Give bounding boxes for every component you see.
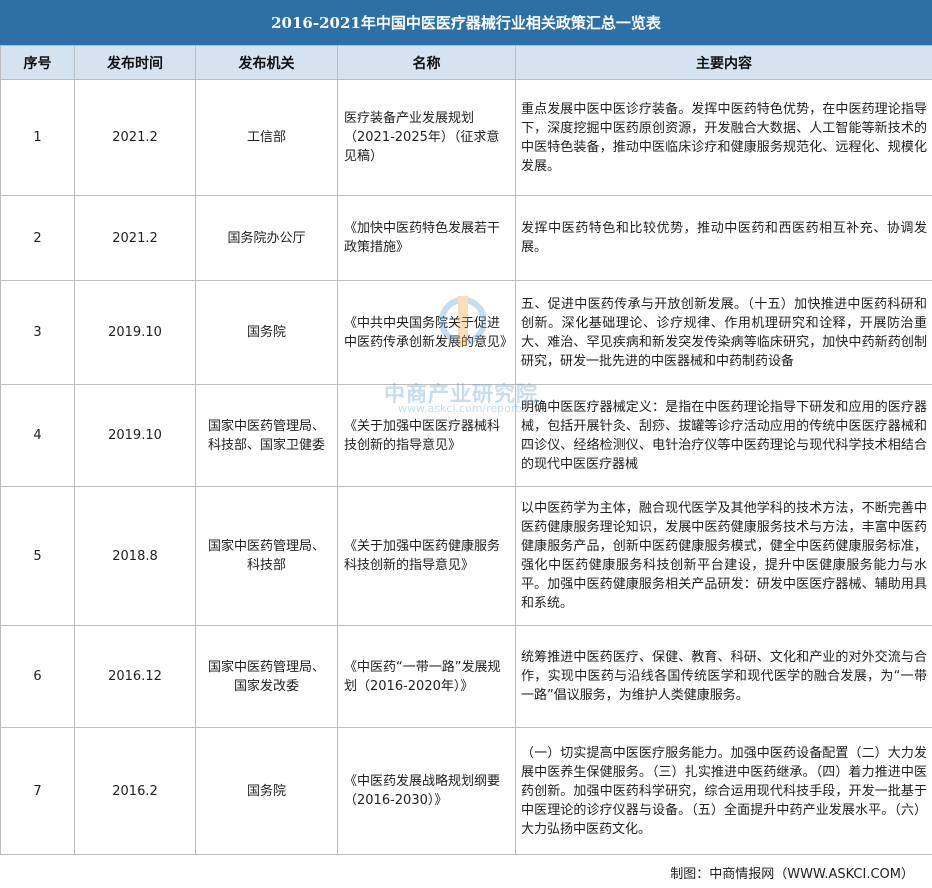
row-org: 国务院办公厅 — [195, 195, 338, 281]
row-no: 3 — [0, 280, 75, 385]
row-org: 国家中医药管理局、科技部、国家卫健委 — [195, 384, 338, 487]
row-content: （一）切实提高中医医疗服务能力。加强中医药设备配置（二）大力发展中医养生保健服务… — [515, 727, 932, 855]
row-content: 明确中医医疗器械定义：是指在中医药理论指导下研发和应用的医疗器械，包括开展针灸、… — [515, 384, 932, 487]
row-org: 国家中医药管理局、科技部 — [195, 486, 338, 626]
row-no: 6 — [0, 625, 75, 728]
row-date: 2021.2 — [74, 79, 196, 196]
row-name: 《关于加强中医药健康服务科技创新的指导意见》 — [337, 486, 516, 626]
header-org: 发布机关 — [195, 45, 338, 80]
row-name: 《中医药“一带一路”发展规划（2016-2020年）》 — [337, 625, 516, 728]
row-date: 2018.8 — [74, 486, 196, 626]
header-name: 名称 — [337, 45, 516, 80]
row-content: 五、促进中医药传承与开放创新发展。（十五）加快推进中医药科研和创新。深化基础理论… — [515, 280, 932, 385]
row-org: 国务院 — [195, 280, 338, 385]
header-date: 发布时间 — [74, 45, 196, 80]
table-row: 6 2016.12 国家中医药管理局、国家发改委 《中医药“一带一路”发展规划（… — [0, 625, 932, 728]
row-no: 2 — [0, 195, 75, 281]
table-row: 7 2016.2 国务院 《中医药发展战略规划纲要（2016-2030）》 （一… — [0, 727, 932, 855]
row-content: 发挥中医药特色和比较优势，推动中医药和西医药相互补充、协调发展。 — [515, 195, 932, 281]
table-row: 4 2019.10 国家中医药管理局、科技部、国家卫健委 《关于加强中医医疗器械… — [0, 384, 932, 487]
row-no: 5 — [0, 486, 75, 626]
row-date: 2019.10 — [74, 280, 196, 385]
row-org: 国家中医药管理局、国家发改委 — [195, 625, 338, 728]
row-date: 2019.10 — [74, 384, 196, 487]
row-name: 《关于加强中医医疗器械科技创新的指导意见》 — [337, 384, 516, 487]
row-org: 工信部 — [195, 79, 338, 196]
row-name: 《加快中医药特色发展若干政策措施》 — [337, 195, 516, 281]
row-content: 重点发展中医中医诊疗装备。发挥中医药特色优势，在中医药理论指导下，深度挖掘中医药… — [515, 79, 932, 196]
row-name: 《中医药发展战略规划纲要（2016-2030）》 — [337, 727, 516, 855]
table-row: 3 2019.10 国务院 《中共中央国务院关于促进中医药传承创新发展的意见》 … — [0, 280, 932, 385]
row-date: 2016.2 — [74, 727, 196, 855]
row-no: 7 — [0, 727, 75, 855]
row-date: 2016.12 — [74, 625, 196, 728]
table-row: 5 2018.8 国家中医药管理局、科技部 《关于加强中医药健康服务科技创新的指… — [0, 486, 932, 626]
row-content: 统筹推进中医药医疗、保健、教育、科研、文化和产业的对外交流与合作，实现中医药与沿… — [515, 625, 932, 728]
row-date: 2021.2 — [74, 195, 196, 281]
row-no: 1 — [0, 79, 75, 196]
row-content: 以中医药学为主体，融合现代医学及其他学科的技术方法，不断完善中医药健康服务理论知… — [515, 486, 932, 626]
header-content: 主要内容 — [515, 45, 932, 80]
table-title: 2016-2021年中国中医医疗器械行业相关政策汇总一览表 — [0, 0, 932, 45]
row-no: 4 — [0, 384, 75, 487]
source-footer: 制图：中商情报网（WWW.ASKCI.COM） — [670, 867, 914, 882]
table-row: 1 2021.2 工信部 医疗装备产业发展规划（2021-2025年）（征求意见… — [0, 79, 932, 196]
header-row: 序号 发布时间 发布机关 名称 主要内容 — [0, 45, 932, 80]
row-name: 《中共中央国务院关于促进中医药传承创新发展的意见》 — [337, 280, 516, 385]
table-row: 2 2021.2 国务院办公厅 《加快中医药特色发展若干政策措施》 发挥中医药特… — [0, 195, 932, 281]
row-org: 国务院 — [195, 727, 338, 855]
policy-table: 序号 发布时间 发布机关 名称 主要内容 1 2021.2 工信部 医疗装备产业… — [0, 45, 932, 855]
row-name: 医疗装备产业发展规划（2021-2025年）（征求意见稿） — [337, 79, 516, 196]
header-no: 序号 — [0, 45, 75, 80]
